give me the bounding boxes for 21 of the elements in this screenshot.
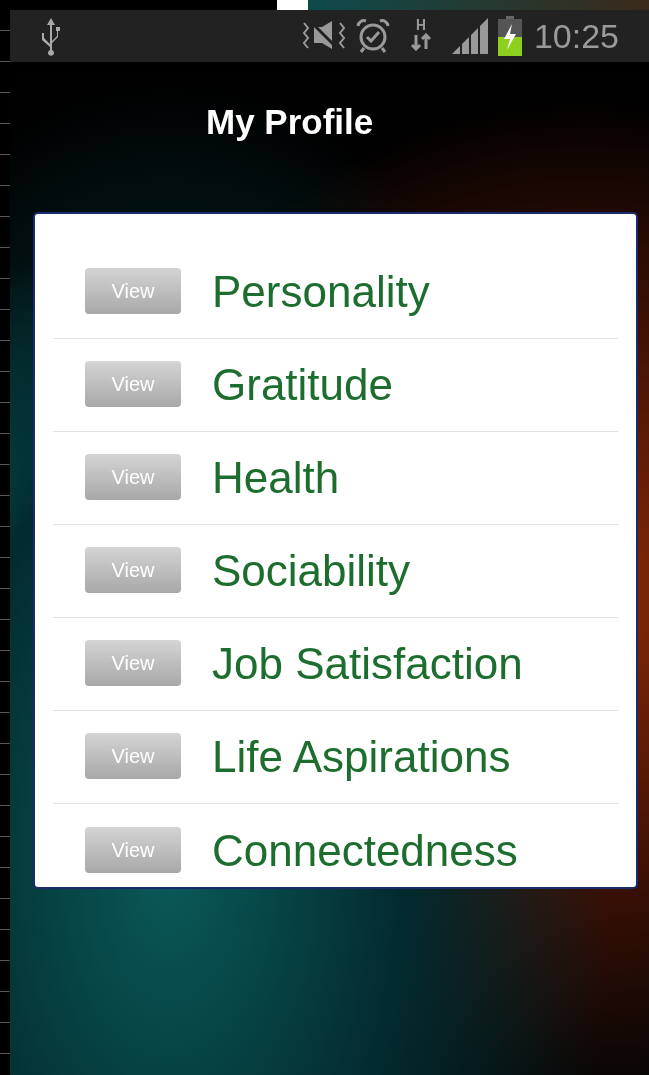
clock-time: 10:25 (533, 19, 619, 53)
screen-title: My Profile (206, 102, 374, 142)
network-type-label: H (415, 17, 426, 33)
profile-category-label: Gratitude (212, 359, 393, 411)
view-button[interactable]: View (85, 361, 181, 407)
view-button[interactable]: View (85, 733, 181, 779)
view-button[interactable]: View (85, 454, 181, 500)
view-button[interactable]: View (85, 640, 181, 686)
profile-category-label: Sociability (212, 545, 411, 597)
profile-category-label: Job Satisfaction (212, 638, 523, 690)
profile-category-label: Personality (212, 266, 430, 318)
view-button[interactable]: View (85, 826, 181, 873)
view-button[interactable]: View (85, 268, 181, 314)
profile-category-label: Life Aspirations (212, 731, 511, 783)
usb-icon (40, 16, 62, 56)
alarm-icon (355, 18, 390, 54)
battery-charging-icon (497, 16, 522, 56)
view-button[interactable]: View (85, 547, 181, 593)
profile-category-label: Health (212, 452, 340, 504)
signal-icon (451, 18, 490, 54)
profile-category-label: Connectedness (212, 824, 518, 873)
